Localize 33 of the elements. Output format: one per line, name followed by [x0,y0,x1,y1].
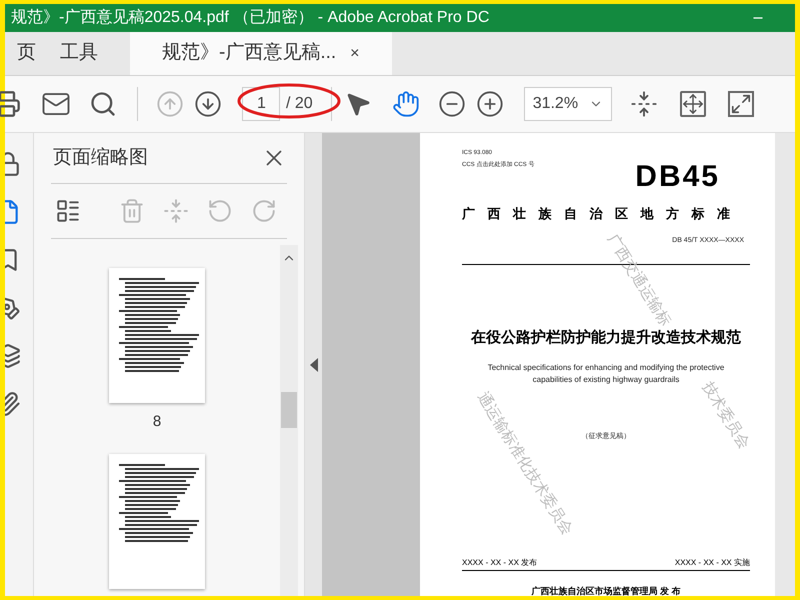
fit-page-icon[interactable] [680,91,706,117]
issue-date: XXXX - XX - XX 发布 [462,557,538,569]
page-thumbnail[interactable] [109,268,205,403]
collapse-panel-icon[interactable] [310,358,318,372]
standard-logo: DB45 [635,162,720,192]
publisher: 广西壮族自治区市场监督管理局 发 布 [530,585,682,596]
document-watermark: 技术委员会 [698,378,754,454]
tab[interactable]: 工具 [48,32,110,75]
document-watermark: 通运输标准化技术委员会 [472,388,577,540]
document-watermark: 广西交通运输标 [604,230,674,330]
scroll-thumb[interactable] [281,392,297,428]
print-icon[interactable] [0,90,21,118]
zoom-dropdown[interactable]: 31.2% [524,87,612,121]
hand-tool-button[interactable] [392,90,420,118]
full-screen-icon[interactable] [728,91,754,117]
document-title: 在役公路护栏防护能力提升改造技术规范 [470,328,742,348]
tab[interactable]: 规范》-广西意见稿... × [130,32,392,75]
list-options-icon[interactable] [55,198,81,224]
page-label: 8 [152,412,162,432]
zoom-in-button[interactable] [476,90,504,118]
zoom-out-button[interactable] [438,90,466,118]
page-thumbnail[interactable] [109,454,205,588]
authority-title: 广西壮族自治区地方标准 [462,205,744,223]
implement-date: XXXX - XX - XX 实施 [674,557,750,569]
scrollbar[interactable] [280,245,298,596]
search-icon[interactable] [89,90,117,118]
panel-title: 页面缩略图 [53,146,148,170]
page-count: / 20 [286,94,313,114]
document-scrollbar[interactable] [775,133,795,596]
window-title: 规范》-广西意见稿2025.04.pdf （已加密） - Adobe Acrobat Pro DC [10,8,490,28]
next-page-button[interactable] [194,90,222,118]
close-tab-button[interactable]: × [350,42,360,66]
tab[interactable]: 页 [5,32,48,75]
